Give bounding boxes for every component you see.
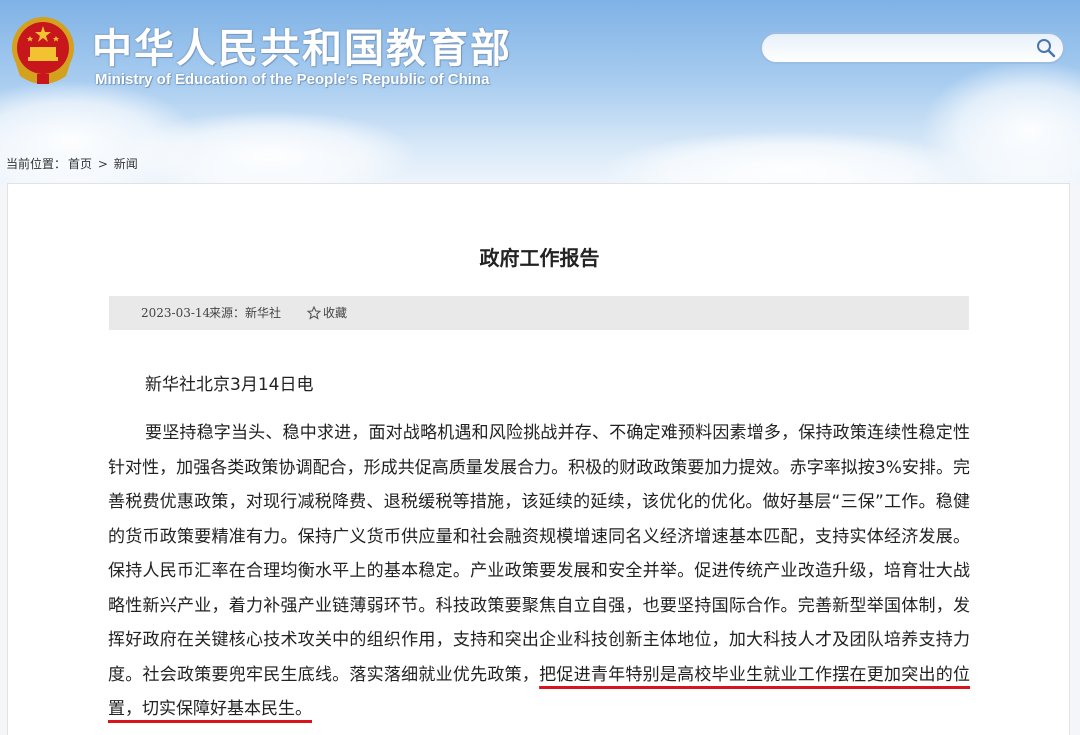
article-paragraph: 要坚持稳字当头、稳中求进，面对战略机遇和风险挑战并存、不确定难预料因素增多，保持…: [108, 416, 970, 727]
page: 中华人民共和国教育部 Ministry of Education of the …: [0, 0, 1080, 735]
favorite-button[interactable]: 收藏: [306, 296, 348, 330]
search-input[interactable]: [776, 37, 1030, 61]
search-box[interactable]: [760, 32, 1065, 64]
article-dateline: 新华社北京3月14日电: [145, 375, 314, 395]
paragraph-text: 要坚持稳字当头、稳中求进，面对战略机遇和风险挑战并存、不确定难预料因素增多，保持…: [108, 423, 970, 685]
breadcrumb-prefix: 当前位置：: [6, 157, 67, 171]
search-icon[interactable]: [1035, 37, 1057, 59]
breadcrumb-current-link[interactable]: 新闻: [114, 157, 138, 171]
header-banner: 中华人民共和国教育部 Ministry of Education of the …: [0, 0, 1080, 185]
site-title[interactable]: 中华人民共和国教育部: [92, 16, 512, 74]
breadcrumb-separator: >: [94, 157, 112, 171]
article-source: 来源：新华社: [209, 306, 282, 320]
article-title: 政府工作报告: [479, 246, 600, 270]
site-subtitle: Ministry of Education of the People's Re…: [95, 71, 490, 88]
breadcrumb: 当前位置： 首页 > 新闻: [6, 155, 140, 172]
publish-date: 2023-03-14: [141, 306, 211, 320]
article-meta-bar: 2023-03-14 来源：新华社 收藏: [109, 296, 969, 330]
article-panel: 政府工作报告 2023-03-14 来源：新华社 收藏 新华社北京3月14日电 …: [7, 183, 1070, 735]
star-outline-icon: [306, 305, 322, 320]
national-emblem-icon[interactable]: [8, 14, 78, 88]
breadcrumb-home-link[interactable]: 首页: [68, 157, 92, 171]
favorite-label: 收藏: [323, 306, 348, 320]
